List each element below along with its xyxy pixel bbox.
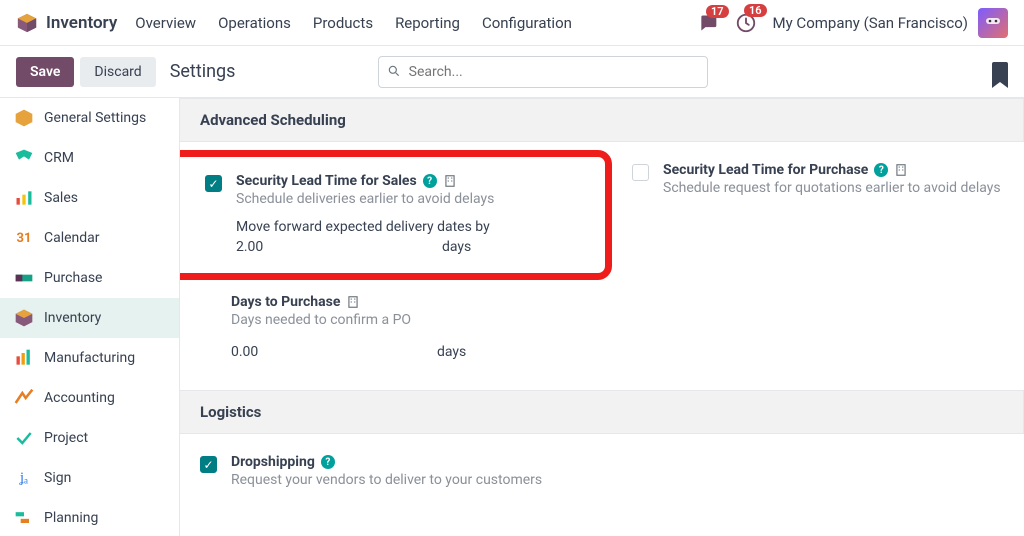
help-icon[interactable]: ? <box>423 174 437 188</box>
nav-products[interactable]: Products <box>313 14 373 32</box>
setting-extra: Move forward expected delivery dates by <box>236 219 494 235</box>
page-title: Settings <box>170 61 236 82</box>
planning-icon <box>14 508 34 528</box>
setting-title: Security Lead Time for Sales <box>236 173 417 189</box>
crm-icon <box>14 148 34 168</box>
sidebar-item-crm[interactable]: CRM <box>0 138 179 178</box>
sidebar-item-sales[interactable]: Sales <box>0 178 179 218</box>
sidebar-item-label: Purchase <box>44 270 102 286</box>
sidebar-item-planning[interactable]: Planning <box>0 498 179 536</box>
nav-configuration[interactable]: Configuration <box>482 14 572 32</box>
setting-sub: Schedule deliveries earlier to avoid del… <box>236 191 494 207</box>
sidebar-item-label: Manufacturing <box>44 350 135 366</box>
sidebar-item-calendar[interactable]: 31 Calendar <box>0 218 179 258</box>
building-icon[interactable] <box>443 174 457 188</box>
sidebar-item-accounting[interactable]: Accounting <box>0 378 179 418</box>
sidebar-item-label: General Settings <box>44 110 146 126</box>
setting-title: Dropshipping <box>231 454 315 470</box>
sales-icon <box>14 188 34 208</box>
checkbox-security-lead-time-sales[interactable]: ✓ <box>205 175 222 192</box>
help-icon[interactable]: ? <box>874 163 888 177</box>
setting-title: Security Lead Time for Purchase <box>663 162 868 178</box>
brand[interactable]: Inventory <box>16 12 117 34</box>
sidebar-item-label: Inventory <box>44 310 101 326</box>
inventory-app-icon <box>16 12 38 34</box>
sidebar-item-purchase[interactable]: Purchase <box>0 258 179 298</box>
purchase-icon <box>14 268 34 288</box>
setting-sub: Days needed to confirm a PO <box>231 312 466 328</box>
setting-title: Days to Purchase <box>231 294 340 310</box>
sidebar-item-label: Accounting <box>44 390 115 406</box>
sidebar-item-sign[interactable]: ʝₐ Sign <box>0 458 179 498</box>
sidebar-item-label: Sales <box>44 190 78 206</box>
avatar-icon <box>981 11 1005 35</box>
sign-icon: ʝₐ <box>14 468 34 488</box>
sidebar-item-manufacturing[interactable]: Manufacturing <box>0 338 179 378</box>
sidebar-item-project[interactable]: Project <box>0 418 179 458</box>
project-icon <box>14 428 34 448</box>
building-icon[interactable] <box>346 295 360 309</box>
sidebar-item-label: CRM <box>44 150 74 166</box>
manufacturing-icon <box>14 348 34 368</box>
highlight-security-lead-time-sales: ✓ Security Lead Time for Sales ? Schedul… <box>180 150 612 280</box>
search-input[interactable] <box>378 56 708 88</box>
sidebar-item-general[interactable]: General Settings <box>0 98 179 138</box>
bookmark-icon[interactable] <box>992 62 1008 82</box>
days-to-purchase-value[interactable]: 0.00 <box>231 344 431 360</box>
sidebar-item-label: Project <box>44 430 88 446</box>
activity-button[interactable]: 16 <box>735 12 757 34</box>
sidebar-item-label: Calendar <box>44 230 100 246</box>
unit-label: days <box>437 344 466 360</box>
discard-button[interactable]: Discard <box>80 57 155 87</box>
unit-label: days <box>442 239 471 255</box>
checkbox-security-lead-time-purchase[interactable] <box>632 164 649 181</box>
sidebar-item-label: Planning <box>44 510 98 526</box>
inventory-icon <box>14 308 34 328</box>
sidebar-item-label: Sign <box>44 470 71 486</box>
avatar[interactable] <box>978 8 1008 38</box>
gear-icon <box>14 108 34 128</box>
sidebar-item-inventory[interactable]: Inventory <box>0 298 179 338</box>
accounting-icon <box>14 388 34 408</box>
sidebar: General Settings CRM Sales 31 Calendar P… <box>0 98 180 536</box>
setting-sub: Request your vendors to deliver to your … <box>231 472 542 488</box>
sales-lead-days-value[interactable]: 2.00 <box>236 239 436 255</box>
calendar-icon: 31 <box>14 228 34 248</box>
chat-button[interactable]: 17 <box>697 13 719 33</box>
nav-operations[interactable]: Operations <box>218 14 291 32</box>
nav-reporting[interactable]: Reporting <box>395 14 460 32</box>
building-icon[interactable] <box>894 163 908 177</box>
search-icon <box>387 64 401 78</box>
company-selector[interactable]: My Company (San Francisco) <box>773 14 968 32</box>
section-logistics: Logistics <box>180 390 1024 434</box>
brand-label: Inventory <box>46 13 117 33</box>
section-advanced-scheduling: Advanced Scheduling <box>180 98 1024 142</box>
chat-badge: 17 <box>706 5 729 18</box>
setting-sub: Schedule request for quotations earlier … <box>663 180 1001 196</box>
help-icon[interactable]: ? <box>321 455 335 469</box>
checkbox-dropshipping[interactable]: ✓ <box>200 456 217 473</box>
save-button[interactable]: Save <box>16 57 74 87</box>
nav-overview[interactable]: Overview <box>135 14 196 32</box>
activity-badge: 16 <box>744 4 767 17</box>
